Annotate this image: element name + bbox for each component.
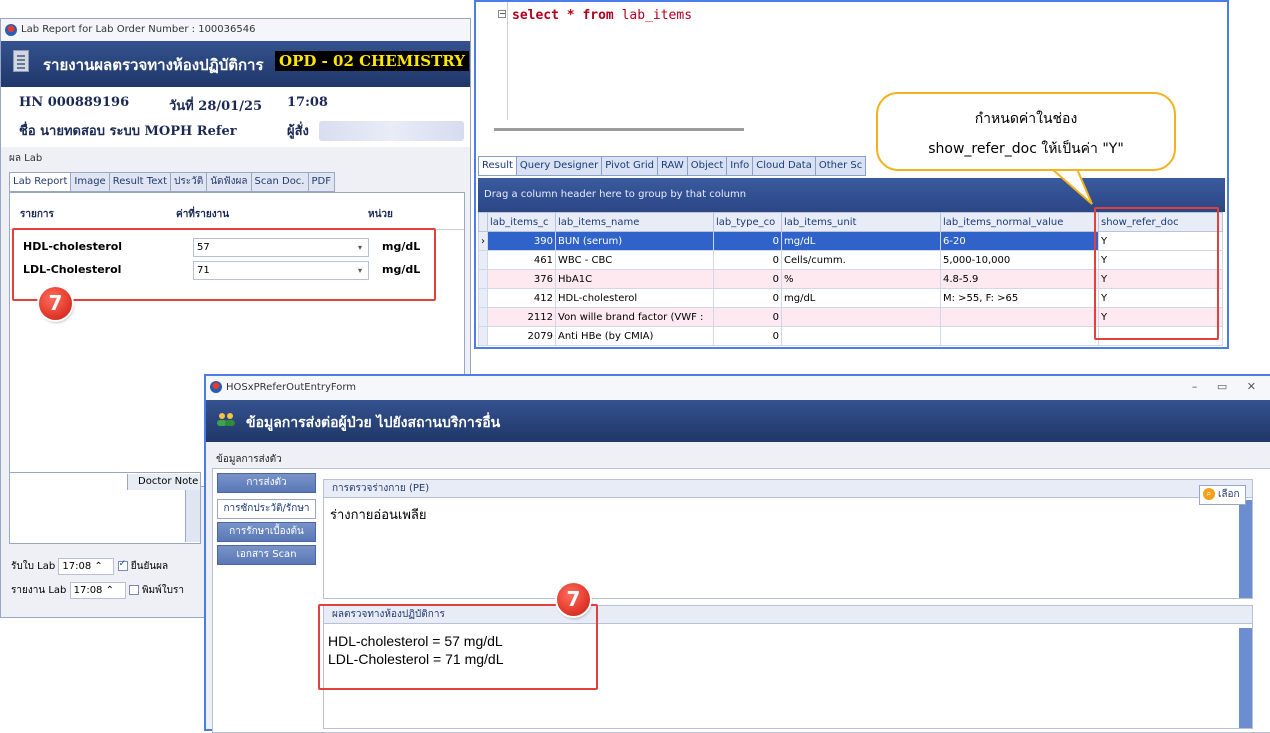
lab-tabs: Lab Report Image Result Text ประวัติ นัดฟังผ… [9,172,335,192]
lab-result-scrollbar[interactable] [1239,628,1252,728]
side-button-referral[interactable]: การส่งตัว [217,473,316,493]
name-label: ชื่อ [19,124,36,139]
column-unit: หน่วย [368,209,393,220]
receive-time-stepper[interactable]: 17:08 ⌃ [58,558,115,575]
pe-text[interactable]: ร่างกายอ่อนเพลีย [330,504,427,525]
tab-other[interactable]: Other Sc [814,156,867,176]
column-header[interactable]: lab_items_normal_value [940,212,1099,232]
confirm-checkbox[interactable] [117,559,128,571]
result-tabs: Result Query Designer Pivot Grid RAW Object I… [478,156,867,178]
callout-line-2: show_refer_doc ให้เป็นค่า "Y" [928,141,1124,157]
doctor-note-area[interactable]: Doctor Note [9,472,201,544]
step-marker: 7 [39,287,72,320]
lab-result-highlight [318,604,598,690]
refer-body: การส่งตัว การซักประวัติ/รักษา การรักษาเบ… [212,468,1270,733]
tab-object[interactable]: Object [686,156,728,176]
column-header[interactable]: lab_type_co [713,212,782,232]
doctor-note-label: Doctor Note [127,474,200,490]
side-button-history[interactable]: การซักประวัติ/รักษา [217,499,316,519]
lab-window-titlebar: Lab Report for Lab Order Number : 100036… [1,19,470,41]
refer-window-titlebar: HOSxPReferOutEntryForm [206,376,1270,400]
callout-line-1: กำหนดค่าในช่อง [974,111,1078,127]
pe-label: การตรวจร่างกาย (PE) [324,480,1252,498]
hosxp-logo-icon [5,24,17,36]
side-button-treatment[interactable]: การรักษาเบื้องต้น [217,522,316,542]
window-controls[interactable]: – ▭ ✕ [1192,376,1264,398]
tab-image[interactable]: Image [70,172,110,192]
refer-section-tab[interactable]: ข้อมูลการส่งตัว [216,452,282,467]
column-header[interactable]: lab_items_name [555,212,714,232]
select-button[interactable]: ⌕ เลือก [1199,485,1246,505]
name-value: นายทดสอบ ระบบ MOPH Refer [40,124,237,139]
tab-result-text[interactable]: Result Text [108,172,172,192]
lab-header-badge: OPD - 02 CHEMISTRY [275,51,469,71]
column-value: ค่าที่รายงาน [176,209,230,220]
refer-window-title: HOSxPReferOutEntryForm [226,382,357,393]
search-icon: ⌕ [1203,488,1215,500]
orderer-label: ผู้สั่ง [287,124,309,139]
tab-appointment[interactable]: นัดฟังผล [206,172,252,192]
receive-label: รับใบ Lab [11,561,56,572]
grid-indicator-header [478,212,488,232]
tab-query-designer[interactable]: Query Designer [515,156,603,176]
people-icon [217,413,235,426]
tab-pdf[interactable]: PDF [307,172,335,192]
tab-cloud-data[interactable]: Cloud Data [752,156,816,176]
editor-hscrollbar[interactable] [494,128,744,131]
refer-window-header: ข้อมูลการส่งต่อผู้ป่วย ไปยังสถานบริการอื… [206,400,1270,442]
time-value: 17:08 [287,95,328,110]
highlight-box [12,228,436,301]
tab-pivot-grid[interactable]: Pivot Grid [601,156,658,176]
column-header[interactable]: lab_items_c [487,212,556,232]
sql-editor-window: − select * from lab_items Result Query De… [474,0,1229,349]
hn-label: HN [19,95,44,110]
patient-info: HN 000889196 วันที่ 28/01/25 17:08 ชื่อ … [1,87,470,147]
confirm-label: ยืนยันผล [130,561,169,572]
pe-scrollbar[interactable] [1239,500,1252,598]
column-header[interactable]: lab_items_unit [781,212,941,232]
show-refer-doc-highlight [1094,207,1219,340]
refer-header-title: ข้อมูลการส่งต่อผู้ป่วย ไปยังสถานบริการอื… [246,415,501,431]
tab-history[interactable]: ประวัติ [170,172,208,192]
hn-value: 000889196 [47,95,130,110]
print-checkbox[interactable] [128,585,139,595]
lab-header-title: รายงานผลตรวจทางห้องปฏิบัติการ [43,56,264,74]
sql-query[interactable]: select * from lab_items [512,8,692,23]
pe-panel: การตรวจร่างกาย (PE) ร่างกายอ่อนเพลีย [323,479,1253,599]
report-time-stepper[interactable]: 17:08 ⌃ [69,582,126,599]
lab-section-label: ผล Lab [9,153,43,164]
orderer-value-blurred [319,121,464,141]
collapse-icon[interactable]: − [498,10,506,18]
print-label: พิมพ์ใบรา [141,585,184,596]
hosxp-logo-icon [210,381,222,393]
tab-raw[interactable]: RAW [656,156,688,176]
tab-scan-doc[interactable]: Scan Doc. [250,172,309,192]
document-icon [13,50,29,72]
step-marker: 7 [557,583,590,616]
date-value: 28/01/25 [198,99,263,114]
editor-gutter: − [476,2,508,120]
column-item: รายการ [20,209,54,220]
instruction-callout: กำหนดค่าในช่อง show_refer_doc ให้เป็นค่า… [876,92,1176,171]
tab-result[interactable]: Result [478,156,517,176]
tab-lab-report[interactable]: Lab Report [9,172,72,192]
lab-window-title: Lab Report for Lab Order Number : 100036… [21,24,256,35]
side-button-scan[interactable]: เอกสาร Scan [217,545,316,565]
lab-window-header: รายงานผลตรวจทางห้องปฏิบัติการ OPD - 02 C… [1,41,470,87]
report-label: รายงาน Lab [11,585,67,596]
doctor-note-scrollbar[interactable] [185,490,200,542]
tab-info[interactable]: Info [726,156,754,176]
date-label: วันที่ [169,99,194,114]
